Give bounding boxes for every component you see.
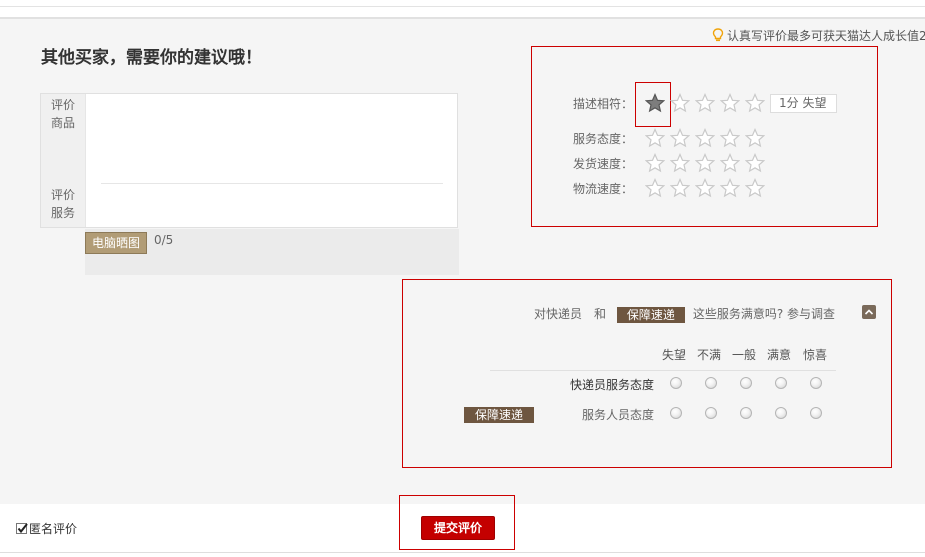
star-rating[interactable] bbox=[645, 128, 770, 148]
growth-hint-text: 认真写评价最多可获天猫达人成长值2 bbox=[727, 29, 925, 43]
star-icon[interactable] bbox=[645, 128, 665, 148]
star-icon[interactable] bbox=[745, 153, 765, 173]
star-icon[interactable] bbox=[695, 128, 715, 148]
rating-label: 物流速度： bbox=[573, 181, 634, 196]
survey-column-header: 满意 bbox=[767, 348, 792, 362]
survey-column-header: 惊喜 bbox=[803, 348, 828, 362]
anonymous-toggle[interactable]: 匿名评价 bbox=[16, 520, 77, 537]
survey-radio[interactable] bbox=[775, 407, 787, 419]
survey-column-header: 不满 bbox=[697, 348, 722, 362]
survey-question-label: 服务人员态度 bbox=[582, 408, 655, 422]
survey-column-header: 失望 bbox=[662, 348, 687, 362]
survey-radio[interactable] bbox=[705, 407, 717, 419]
score-tag: 1分 失望 bbox=[770, 93, 838, 113]
star-icon[interactable] bbox=[695, 178, 715, 198]
rating-row: 物流速度： bbox=[573, 178, 853, 198]
rating-label: 服务态度： bbox=[573, 131, 634, 146]
star-icon[interactable] bbox=[720, 178, 740, 198]
star-icon[interactable] bbox=[645, 93, 665, 113]
survey-column-header: 一般 bbox=[732, 348, 757, 362]
star-icon[interactable] bbox=[645, 153, 665, 173]
survey-question-label: 快递员服务态度 bbox=[570, 378, 655, 392]
rating-row: 描述相符： 1分 失望 bbox=[573, 93, 853, 113]
star-icon[interactable] bbox=[670, 93, 690, 113]
star-icon[interactable] bbox=[720, 128, 740, 148]
review-label-column: 评价商品 评价服务 bbox=[41, 94, 86, 227]
star-icon[interactable] bbox=[745, 178, 765, 198]
product-review-label: 评价商品 bbox=[51, 98, 76, 130]
survey-radio[interactable] bbox=[705, 377, 717, 389]
star-rating[interactable] bbox=[645, 93, 770, 113]
star-icon[interactable] bbox=[670, 128, 690, 148]
star-icon[interactable] bbox=[720, 153, 740, 173]
service-tag: 保障速递 bbox=[616, 306, 685, 323]
survey-radio[interactable] bbox=[810, 377, 822, 389]
rating-label: 发货速度： bbox=[573, 156, 634, 171]
service-review-label: 评价服务 bbox=[51, 188, 76, 220]
growth-hint: 认真写评价最多可获天猫达人成长值2 bbox=[712, 27, 925, 44]
star-icon[interactable] bbox=[695, 153, 715, 173]
star-icon[interactable] bbox=[645, 178, 665, 198]
anonymous-checkbox[interactable] bbox=[16, 523, 28, 534]
rating-row: 服务态度： bbox=[573, 128, 853, 148]
upload-count: 0/5 bbox=[154, 233, 174, 247]
chevron-up-icon[interactable] bbox=[862, 305, 876, 319]
survey-divider bbox=[490, 370, 836, 371]
star-icon[interactable] bbox=[695, 93, 715, 113]
row-service-tag: 保障速递 bbox=[464, 407, 534, 423]
submit-review-button[interactable]: 提交评价 bbox=[421, 516, 495, 540]
lightbulb-icon bbox=[712, 28, 724, 42]
survey-radio[interactable] bbox=[670, 407, 682, 419]
survey-radio[interactable] bbox=[740, 407, 752, 419]
rating-label: 描述相符： bbox=[573, 96, 634, 111]
rating-row: 发货速度： bbox=[573, 153, 853, 173]
upload-image-button[interactable]: 电脑晒图 bbox=[85, 232, 147, 254]
upload-bar: 电脑晒图 0/5 bbox=[85, 229, 459, 275]
survey-intro: 对快递员 和 保障速递 这些服务满意吗? 参与调查 bbox=[534, 305, 835, 323]
star-icon[interactable] bbox=[745, 128, 765, 148]
survey-radio[interactable] bbox=[810, 407, 822, 419]
survey-intro-prefix: 对快递员 和 bbox=[534, 307, 607, 321]
survey-intro-suffix[interactable]: 这些服务满意吗? 参与调查 bbox=[693, 307, 835, 321]
survey-radio[interactable] bbox=[740, 377, 752, 389]
anonymous-label: 匿名评价 bbox=[29, 522, 78, 536]
survey-radio[interactable] bbox=[775, 377, 787, 389]
checkmark-icon bbox=[17, 523, 28, 534]
bottom-divider bbox=[0, 552, 925, 553]
top-divider bbox=[0, 6, 925, 7]
star-icon[interactable] bbox=[670, 178, 690, 198]
review-divider bbox=[101, 183, 443, 184]
star-icon[interactable] bbox=[670, 153, 690, 173]
review-textbox[interactable]: 评价商品 评价服务 bbox=[40, 93, 458, 228]
star-icon[interactable] bbox=[745, 93, 765, 113]
review-heading: 其他买家，需要你的建议哦！ bbox=[41, 48, 262, 68]
star-icon[interactable] bbox=[720, 93, 740, 113]
survey-radio[interactable] bbox=[670, 377, 682, 389]
star-rating[interactable] bbox=[645, 153, 770, 173]
star-rating[interactable] bbox=[645, 178, 770, 198]
